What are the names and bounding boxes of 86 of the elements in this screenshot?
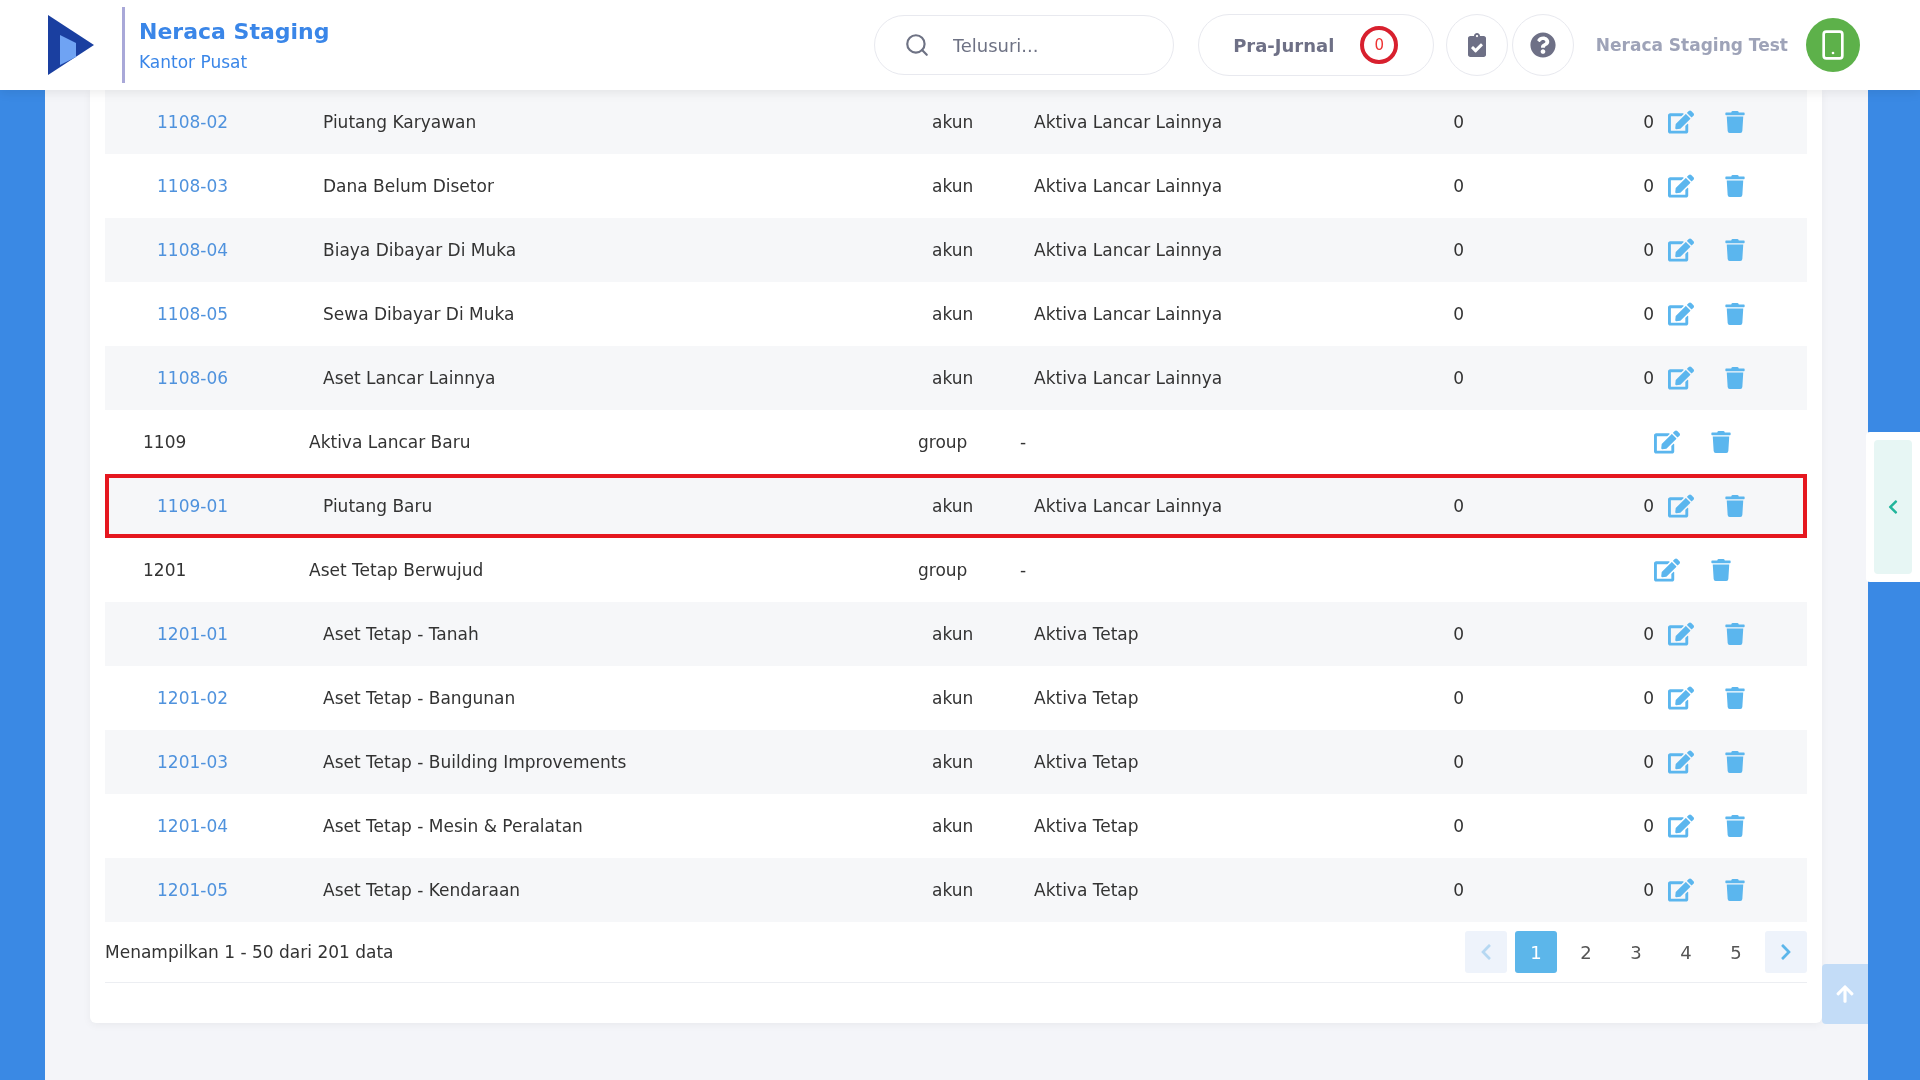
account-name: Aset Tetap - Tanah [323, 624, 479, 644]
account-type: akun [932, 496, 974, 516]
pagination-summary: Menampilkan 1 - 50 dari 201 data [105, 942, 394, 962]
account-type: akun [932, 816, 974, 836]
account-category: Aktiva Tetap [1034, 688, 1139, 708]
account-name: Aset Tetap - Building Improvements [323, 752, 627, 772]
credit-amount: 0 [1643, 112, 1654, 132]
debit-amount: 0 [1453, 496, 1464, 516]
account-name: Sewa Dibayar Di Muka [323, 304, 515, 324]
account-type: akun [932, 880, 974, 900]
account-code-link[interactable]: 1201-05 [157, 880, 229, 900]
account-code-link[interactable]: 1201-04 [157, 816, 229, 836]
group-code: 1109 [143, 432, 187, 452]
account-type: akun [932, 112, 974, 132]
account-name: Aset Tetap - Kendaraan [323, 880, 521, 900]
account-name: Aset Tetap - Mesin & Peralatan [323, 816, 583, 836]
branch-name: Kantor Pusat [139, 51, 249, 72]
account-category: Aktiva Tetap [1034, 624, 1139, 644]
account-category: Aktiva Tetap [1034, 816, 1139, 836]
account-type: akun [932, 240, 974, 260]
pre-journal-label: Pra-Jurnal [1233, 34, 1335, 56]
app-title: Neraca Staging [139, 18, 330, 44]
account-category: Aktiva Tetap [1034, 880, 1139, 900]
account-name: Aset Tetap - Bangunan [323, 688, 516, 708]
debit-amount: 0 [1453, 304, 1464, 324]
credit-amount: 0 [1643, 304, 1654, 324]
account-code-link[interactable]: 1201-02 [157, 688, 229, 708]
account-category: Aktiva Lancar Lainnya [1034, 368, 1223, 388]
account-code-link[interactable]: 1108-06 [157, 368, 229, 388]
credit-amount: 0 [1643, 176, 1654, 196]
account-code-link[interactable]: 1108-02 [157, 112, 229, 132]
account-category: Aktiva Lancar Lainnya [1034, 112, 1223, 132]
debit-amount: 0 [1453, 176, 1464, 196]
account-name: Piutang Karyawan [323, 112, 477, 132]
account-type: group [918, 432, 968, 452]
credit-amount: 0 [1643, 240, 1654, 260]
account-category: Aktiva Tetap [1034, 752, 1139, 772]
debit-amount: 0 [1453, 752, 1464, 772]
debit-amount: 0 [1453, 368, 1464, 388]
credit-amount: 0 [1643, 816, 1654, 836]
account-category: Aktiva Lancar Lainnya [1034, 496, 1223, 516]
credit-amount: 0 [1643, 752, 1654, 772]
debit-amount: 0 [1453, 624, 1464, 644]
debit-amount: 0 [1453, 688, 1464, 708]
account-name: Aset Lancar Lainnya [323, 368, 496, 388]
page-button[interactable]: 3 [1615, 931, 1657, 973]
credit-amount: 0 [1643, 496, 1654, 516]
page-button[interactable]: 4 [1665, 931, 1707, 973]
page-button[interactable]: 1 [1515, 931, 1557, 973]
account-category: Aktiva Lancar Lainnya [1034, 240, 1223, 260]
page-button[interactable]: 5 [1715, 931, 1757, 973]
account-name: Piutang Baru [323, 496, 433, 516]
credit-amount: 0 [1643, 688, 1654, 708]
account-type: akun [932, 752, 974, 772]
account-category: - [1020, 560, 1027, 580]
account-type: akun [932, 624, 974, 644]
user-name: Neraca Staging Test [1595, 35, 1788, 55]
account-type: akun [932, 176, 974, 196]
credit-amount: 0 [1643, 368, 1654, 388]
account-name: Biaya Dibayar Di Muka [323, 240, 517, 260]
credit-amount: 0 [1643, 880, 1654, 900]
account-type: akun [932, 688, 974, 708]
account-type: akun [932, 304, 974, 324]
debit-amount: 0 [1453, 816, 1464, 836]
account-type: group [918, 560, 968, 580]
account-code-link[interactable]: 1109-01 [157, 496, 229, 516]
account-category: Aktiva Lancar Lainnya [1034, 304, 1223, 324]
account-category: - [1020, 432, 1027, 452]
account-code-link[interactable]: 1201-01 [157, 624, 229, 644]
search-field[interactable]: Telusuri... [873, 15, 1174, 75]
account-code-link[interactable]: 1108-03 [157, 176, 229, 196]
debit-amount: 0 [1453, 240, 1464, 260]
debit-amount: 0 [1453, 112, 1464, 132]
credit-amount: 0 [1643, 624, 1654, 644]
group-code: 1201 [143, 560, 187, 580]
account-name: Dana Belum Disetor [323, 176, 494, 196]
account-code-link[interactable]: 1108-05 [157, 304, 229, 324]
account-type: akun [932, 368, 974, 388]
page-button[interactable]: 2 [1565, 931, 1607, 973]
account-code-link[interactable]: 1201-03 [157, 752, 229, 772]
account-code-link[interactable]: 1108-04 [157, 240, 229, 260]
account-category: Aktiva Lancar Lainnya [1034, 176, 1223, 196]
account-name: Aktiva Lancar Baru [309, 432, 471, 452]
account-name: Aset Tetap Berwujud [309, 560, 484, 580]
debit-amount: 0 [1453, 880, 1464, 900]
pre-journal-count: 0 [1360, 26, 1399, 64]
